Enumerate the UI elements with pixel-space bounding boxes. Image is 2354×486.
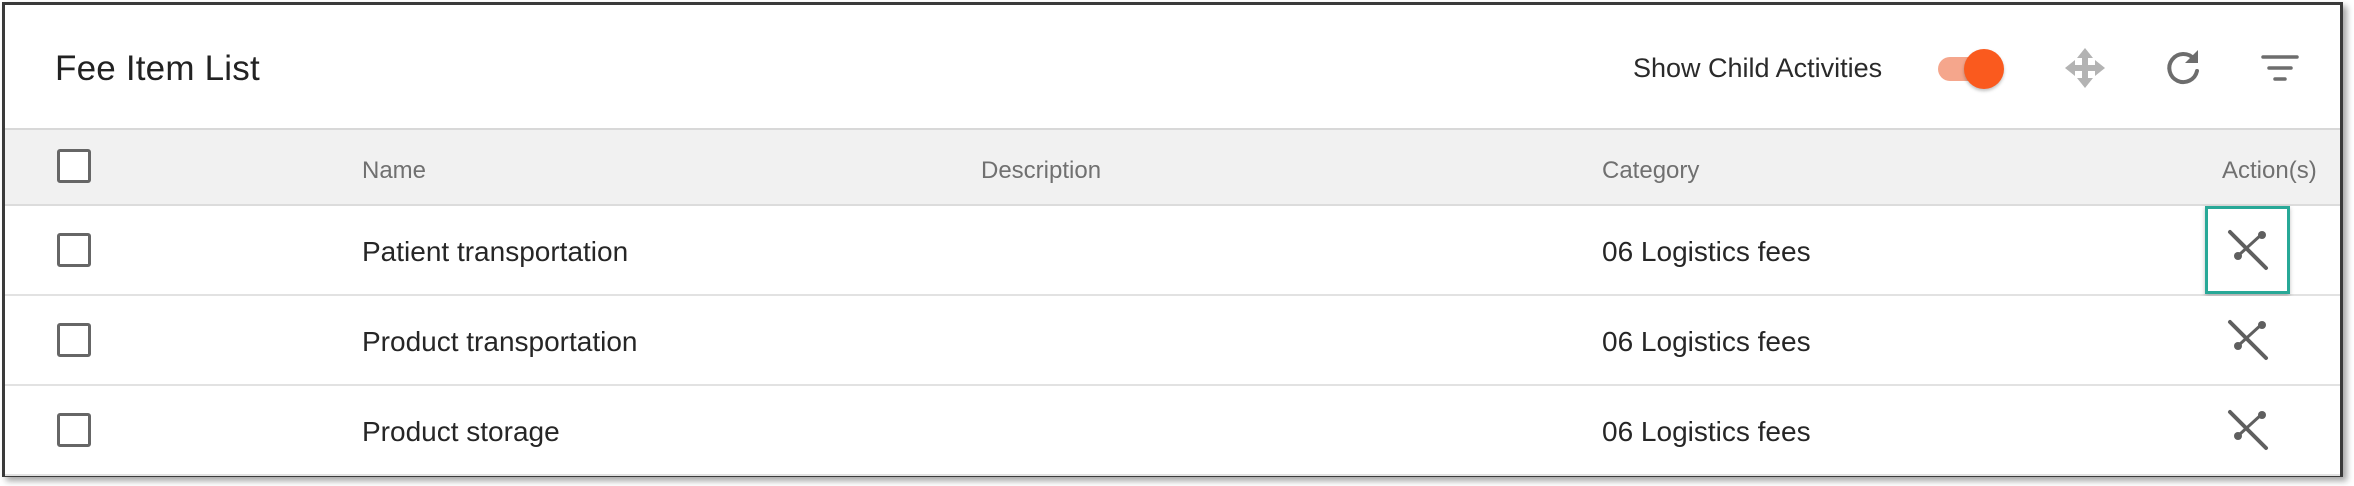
show-child-activities-toggle[interactable] [1932, 47, 2006, 91]
unlink-icon [2227, 320, 2268, 360]
row-checkbox[interactable] [57, 413, 91, 447]
table-row[interactable]: Product transportation 06 Logistics fees [5, 296, 2340, 386]
toggle-label: Show Child Activities [1633, 53, 1883, 83]
select-all-checkbox[interactable] [57, 149, 91, 183]
unlink-icon [2227, 230, 2268, 270]
row-category: 06 Logistics fees [1602, 326, 1811, 357]
table-header: Name Description Category Action(s) [5, 130, 2340, 206]
row-category: 06 Logistics fees [1602, 236, 1811, 267]
column-header-category[interactable]: Category [1602, 157, 1699, 185]
table-row[interactable]: Product storage 06 Logistics fees [5, 386, 2340, 476]
column-header-description[interactable]: Description [981, 157, 1101, 185]
move-icon[interactable] [2062, 45, 2108, 91]
unlink-button[interactable] [2205, 386, 2290, 474]
row-checkbox[interactable] [57, 233, 91, 267]
panel-header: Fee Item List Show Child Activities [5, 5, 2340, 130]
table-row[interactable]: Patient transportation 06 Logistics fees [5, 206, 2340, 296]
row-name: Patient transportation [362, 236, 629, 267]
row-name: Product transportation [362, 326, 638, 357]
row-name: Product storage [362, 416, 560, 447]
page-title: Fee Item List [55, 49, 260, 88]
column-header-actions: Action(s) [2222, 157, 2317, 184]
row-checkbox[interactable] [57, 323, 91, 357]
toggle-knob [1964, 49, 2004, 89]
column-header-name[interactable]: Name [362, 157, 426, 185]
unlink-button[interactable] [2205, 206, 2290, 294]
fee-item-list-panel: Fee Item List Show Child Activities Name… [2, 2, 2343, 477]
filter-icon[interactable] [2257, 45, 2303, 91]
row-category: 06 Logistics fees [1602, 416, 1811, 447]
refresh-icon[interactable] [2160, 45, 2206, 91]
unlink-icon [2227, 410, 2268, 450]
unlink-button[interactable] [2205, 296, 2290, 384]
